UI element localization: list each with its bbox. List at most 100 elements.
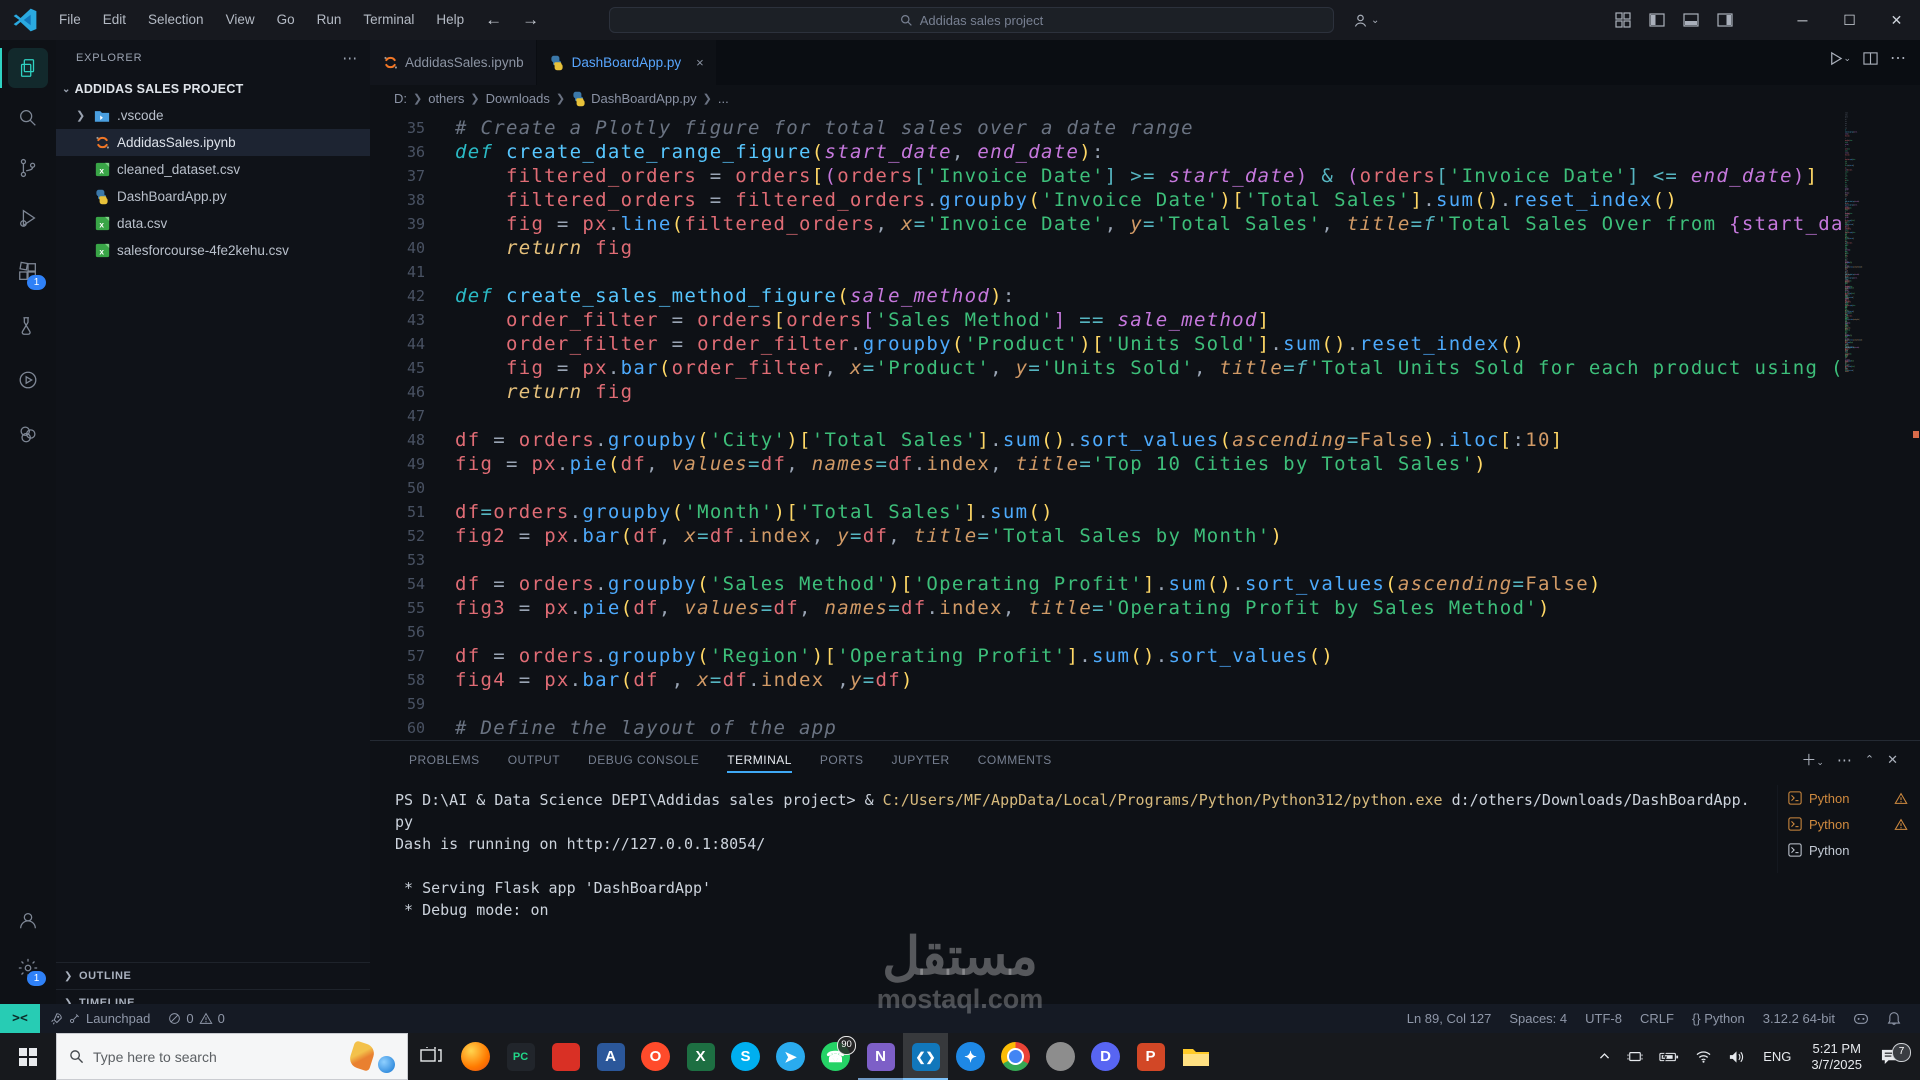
- code-line[interactable]: filtered_orders = filtered_orders.groupb…: [455, 188, 1845, 212]
- code-line[interactable]: # Create a Plotly figure for total sales…: [1845, 258, 1848, 275]
- line-number[interactable]: 55: [370, 596, 455, 620]
- menu-go[interactable]: Go: [266, 0, 306, 40]
- breadcrumb-item[interactable]: D:: [394, 91, 407, 106]
- code-line[interactable]: [455, 620, 1845, 644]
- line-number[interactable]: 42: [370, 284, 455, 308]
- file-cleaned_dataset.csv[interactable]: xcleaned_dataset.csv: [56, 156, 370, 183]
- taskbar-app-chrome[interactable]: [993, 1033, 1038, 1080]
- line-number[interactable]: 38: [370, 188, 455, 212]
- status-utf8[interactable]: UTF-8: [1576, 1004, 1631, 1033]
- project-section-header[interactable]: ⌄ ADDIDAS SALES PROJECT: [56, 76, 370, 102]
- layout-grid-icon[interactable]: [1608, 5, 1638, 35]
- taskbar-app-file-explorer[interactable]: [1173, 1033, 1218, 1080]
- code-line[interactable]: order_filter = orders[orders['Sales Meth…: [455, 308, 1845, 332]
- play-circle-icon[interactable]: [8, 360, 48, 400]
- taskbar-app-vscode[interactable]: ❮❯: [903, 1033, 948, 1080]
- line-number[interactable]: 60: [370, 716, 455, 740]
- tray-chevron-up-icon[interactable]: [1590, 1050, 1619, 1063]
- menu-run[interactable]: Run: [306, 0, 353, 40]
- file-AddidasSales.ipynb[interactable]: AddidasSales.ipynb: [56, 129, 370, 156]
- line-number[interactable]: 59: [370, 692, 455, 716]
- code-line[interactable]: order_filter = orders[orders['Sales Meth…: [1845, 349, 1848, 362]
- taskbar-app-excel[interactable]: X: [678, 1033, 723, 1080]
- taskbar-search[interactable]: Type here to search: [56, 1033, 408, 1080]
- nav-back-icon[interactable]: ←: [475, 10, 512, 30]
- taskbar-app-blue-a-app[interactable]: A: [588, 1033, 633, 1080]
- code-line[interactable]: filtered_orders = orders[(orders['Invoic…: [1845, 281, 1848, 300]
- toggle-secondary-sidebar-icon[interactable]: [1710, 5, 1740, 35]
- outline-section[interactable]: ❯ OUTLINE: [56, 962, 370, 989]
- taskbar-app-whatsapp[interactable]: ☎90: [813, 1033, 858, 1080]
- split-editor-icon[interactable]: [1863, 51, 1878, 66]
- maximize-button[interactable]: ☐: [1826, 0, 1873, 40]
- panel-tab-terminal[interactable]: TERMINAL: [713, 741, 806, 779]
- code-line[interactable]: # Create a Plotly figure for total sales…: [455, 116, 1845, 140]
- run-button[interactable]: ⌄: [1828, 51, 1851, 66]
- notification-center[interactable]: 7: [1872, 1048, 1913, 1065]
- panel-tab-output[interactable]: OUTPUT: [494, 741, 574, 779]
- code-line[interactable]: fig = px.line(filtered_orders, x='Invoic…: [455, 212, 1845, 236]
- copilot-icon[interactable]: [1844, 1004, 1878, 1033]
- account-menu[interactable]: ⌄: [1352, 0, 1379, 40]
- code-line[interactable]: df=orders.groupby('Month')['Total Sales'…: [455, 500, 1845, 524]
- clock[interactable]: 5:21 PM 3/7/2025: [1801, 1041, 1872, 1073]
- taskbar-app-task-view[interactable]: [408, 1033, 453, 1080]
- breadcrumb-item[interactable]: Downloads: [486, 91, 550, 106]
- wifi-icon[interactable]: [1687, 1050, 1720, 1063]
- new-terminal-button[interactable]: ＋⌄: [1801, 749, 1824, 770]
- code-line[interactable]: order_filter = order_filter.groupby('Pro…: [1845, 361, 1848, 372]
- taskbar-app-powerpoint[interactable]: P: [1128, 1033, 1173, 1080]
- tab-AddidasSales.ipynb[interactable]: AddidasSales.ipynb: [370, 40, 537, 85]
- line-number[interactable]: 56: [370, 620, 455, 644]
- testing-icon[interactable]: [8, 306, 48, 346]
- toggle-sidebar-icon[interactable]: [1642, 5, 1672, 35]
- editor-more-icon[interactable]: ⋯: [1890, 48, 1906, 68]
- code-line[interactable]: return fig: [455, 380, 1845, 404]
- tab-DashBoardApp.py[interactable]: DashBoardApp.py×: [537, 40, 717, 85]
- code-line[interactable]: filtered_orders = filtered_orders.groupb…: [1845, 154, 1848, 167]
- bell-icon[interactable]: [1878, 1004, 1910, 1033]
- line-number[interactable]: 58: [370, 668, 455, 692]
- line-number[interactable]: 51: [370, 500, 455, 524]
- code-line[interactable]: def create_date_range_figure(start_date,…: [455, 140, 1845, 164]
- code-editor[interactable]: 3536373839404142434445464748495051525354…: [370, 112, 1845, 740]
- panel-more-icon[interactable]: ⋯: [1837, 751, 1852, 769]
- code-line[interactable]: # Create a Plotly figure for total sales…: [1845, 185, 1848, 202]
- explorer-more-icon[interactable]: ⋯: [342, 49, 358, 67]
- code-line[interactable]: def create_sales_method_figure(sale_meth…: [455, 284, 1845, 308]
- menu-selection[interactable]: Selection: [137, 0, 215, 40]
- remote-indicator[interactable]: ><: [0, 1004, 40, 1033]
- rings-icon[interactable]: [8, 414, 48, 454]
- code-lines[interactable]: # Create a Plotly figure for total sales…: [455, 116, 1845, 740]
- menu-terminal[interactable]: Terminal: [352, 0, 425, 40]
- panel-tab-jupyter[interactable]: JUPYTER: [878, 741, 964, 779]
- line-number[interactable]: 48: [370, 428, 455, 452]
- taskbar-app-pycharm[interactable]: PC: [498, 1033, 543, 1080]
- speaker-icon[interactable]: [1720, 1050, 1753, 1064]
- code-line[interactable]: fig3 = px.pie(df, values=df, names=df.in…: [455, 596, 1845, 620]
- status-ln[interactable]: Ln 89, Col 127: [1398, 1004, 1501, 1033]
- line-number[interactable]: 52: [370, 524, 455, 548]
- maximize-panel-icon[interactable]: ⌃: [1865, 753, 1874, 766]
- minimize-button[interactable]: ─: [1779, 0, 1826, 40]
- editor-scrollbar[interactable]: [1912, 112, 1920, 740]
- launchpad-item[interactable]: Launchpad: [40, 1004, 159, 1033]
- file-data.csv[interactable]: xdata.csv: [56, 210, 370, 237]
- status-crlf[interactable]: CRLF: [1631, 1004, 1683, 1033]
- panel-tab-problems[interactable]: PROBLEMS: [395, 741, 494, 779]
- code-line[interactable]: return fig: [1845, 340, 1848, 342]
- line-number[interactable]: 41: [370, 260, 455, 284]
- line-number[interactable]: 35: [370, 116, 455, 140]
- code-line[interactable]: # Create a Plotly figure for total sales…: [1845, 112, 1848, 129]
- taskbar-app-firefox[interactable]: [453, 1033, 498, 1080]
- line-number[interactable]: 39: [370, 212, 455, 236]
- close-button[interactable]: ✕: [1873, 0, 1920, 40]
- code-line[interactable]: fig = px.pie(df, values=df, names=df.ind…: [455, 452, 1845, 476]
- extensions-icon[interactable]: 1: [8, 252, 48, 292]
- terminal-instance[interactable]: Python: [1778, 837, 1920, 863]
- code-line[interactable]: return fig: [455, 236, 1845, 260]
- line-number[interactable]: 44: [370, 332, 455, 356]
- code-line[interactable]: filtered_orders = orders[(orders['Invoic…: [1845, 208, 1848, 227]
- panel-tab-debug-console[interactable]: DEBUG CONSOLE: [574, 741, 713, 779]
- code-line[interactable]: [455, 260, 1845, 284]
